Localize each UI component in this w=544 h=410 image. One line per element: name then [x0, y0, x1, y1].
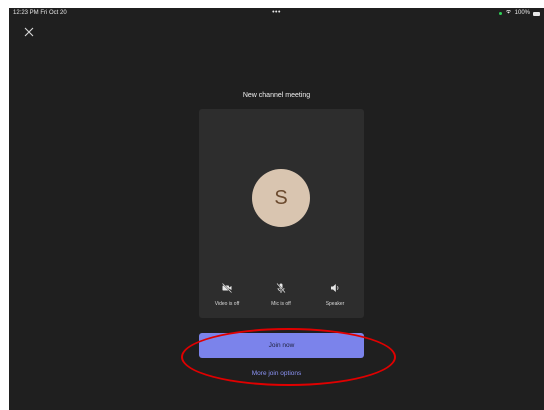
- app-screen: 12:23 PM Fri Oct 20 ••• 100% New channel…: [9, 8, 544, 410]
- device-controls: Video is off Mic is off Speaker: [199, 282, 364, 312]
- status-time: 12:23 PM Fri Oct 20: [13, 10, 67, 16]
- privacy-dot-icon: [498, 12, 502, 15]
- multitasking-dots[interactable]: •••: [272, 8, 281, 18]
- speaker-toggle[interactable]: Speaker: [315, 282, 355, 307]
- avatar: S: [252, 169, 310, 227]
- wifi-icon: [505, 8, 512, 19]
- join-now-button[interactable]: Join now: [199, 333, 364, 358]
- close-button[interactable]: [23, 27, 35, 39]
- speaker-icon: [315, 282, 355, 294]
- more-join-options-link[interactable]: More join options: [9, 370, 544, 377]
- mic-status-label: Mic is off: [271, 301, 291, 307]
- video-preview-card: S Video is off Mic is off Speaker: [199, 109, 364, 318]
- video-status-label: Video is off: [214, 301, 240, 307]
- battery-icon: [533, 11, 540, 16]
- mic-toggle[interactable]: Mic is off: [261, 282, 301, 307]
- meeting-title: New channel meeting: [242, 92, 311, 99]
- status-indicators: 100%: [498, 8, 540, 19]
- mic-off-icon: [261, 282, 301, 294]
- battery-percent: 100%: [514, 10, 530, 16]
- speaker-label: Speaker: [325, 301, 345, 307]
- video-off-icon: [207, 282, 247, 294]
- close-icon: [24, 27, 34, 37]
- status-bar: 12:23 PM Fri Oct 20 ••• 100%: [9, 8, 544, 19]
- video-toggle[interactable]: Video is off: [207, 282, 247, 307]
